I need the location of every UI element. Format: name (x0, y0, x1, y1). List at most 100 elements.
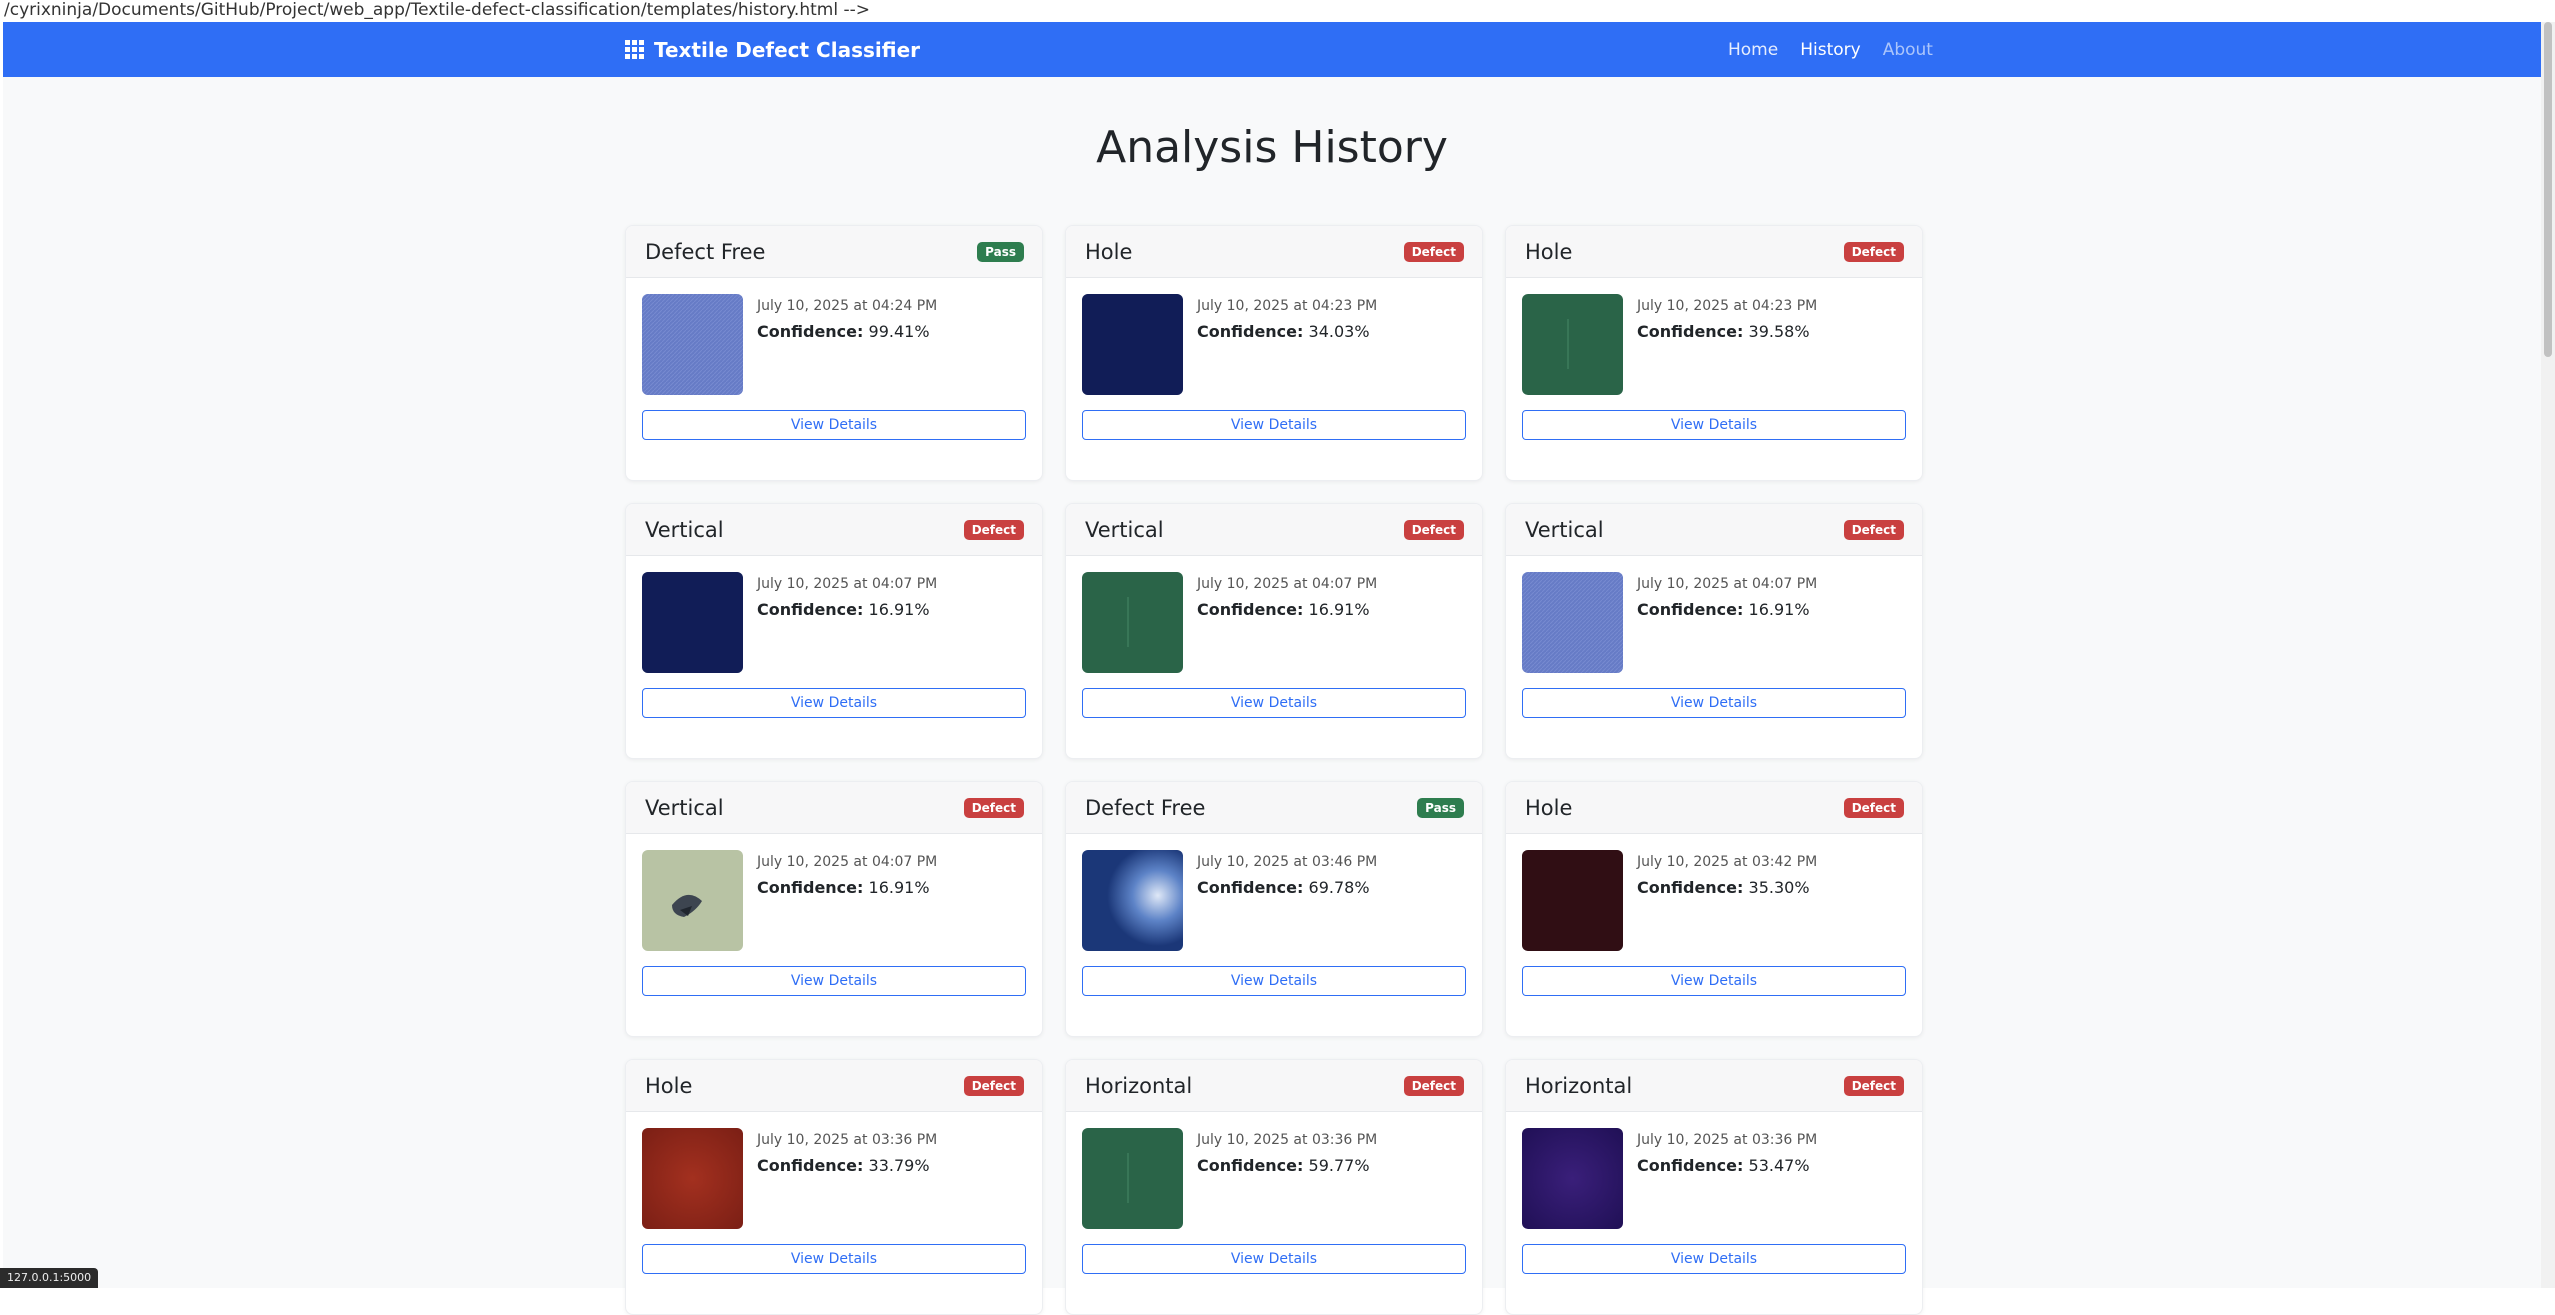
confidence-label: Confidence: (1197, 878, 1303, 897)
history-card: Vertical Defect July 10, 2025 at 04:07 P… (625, 781, 1043, 1037)
nav-home[interactable]: Home (1728, 40, 1778, 60)
analysis-date: July 10, 2025 at 04:07 PM (1197, 574, 1377, 594)
card-title: Vertical (1525, 518, 1604, 542)
history-card: Horizontal Defect July 10, 2025 at 03:36… (1505, 1059, 1923, 1315)
card-header: Hole Defect (1506, 782, 1922, 834)
card-header: Hole Defect (1066, 226, 1482, 278)
card-meta: July 10, 2025 at 04:07 PM Confidence: 16… (1197, 574, 1377, 619)
card-meta: July 10, 2025 at 03:46 PM Confidence: 69… (1197, 852, 1377, 897)
view-details-button[interactable]: View Details (1082, 966, 1466, 996)
card-title: Vertical (645, 796, 724, 820)
card-body: July 10, 2025 at 04:24 PM Confidence: 99… (626, 278, 1042, 481)
card-body: July 10, 2025 at 03:36 PM Confidence: 33… (626, 1112, 1042, 1315)
brand-label: Textile Defect Classifier (654, 38, 920, 62)
card-title: Horizontal (1525, 1074, 1632, 1098)
view-details-button[interactable]: View Details (642, 1244, 1026, 1274)
confidence-label: Confidence: (1197, 1156, 1303, 1175)
card-title: Defect Free (1085, 796, 1205, 820)
view-details-button[interactable]: View Details (642, 688, 1026, 718)
card-body: July 10, 2025 at 04:07 PM Confidence: 16… (626, 834, 1042, 1037)
card-header: Vertical Defect (1066, 504, 1482, 556)
confidence-label: Confidence: (1197, 322, 1303, 341)
history-card: Hole Defect July 10, 2025 at 04:23 PM Co… (1505, 225, 1923, 481)
confidence-value: 16.91% (1749, 600, 1810, 619)
card-header: Vertical Defect (1506, 504, 1922, 556)
view-details-button[interactable]: View Details (1522, 410, 1906, 440)
analysis-date: July 10, 2025 at 03:36 PM (757, 1130, 937, 1150)
confidence-line: Confidence: 35.30% (1637, 878, 1817, 897)
history-card: Defect Free Pass July 10, 2025 at 04:24 … (625, 225, 1043, 481)
confidence-line: Confidence: 16.91% (1197, 600, 1377, 619)
fabric-thumbnail (1522, 1128, 1623, 1229)
status-badge: Pass (977, 242, 1024, 262)
card-meta: July 10, 2025 at 04:23 PM Confidence: 34… (1197, 296, 1377, 341)
card-header: Defect Free Pass (1066, 782, 1482, 834)
card-header: Vertical Defect (626, 782, 1042, 834)
confidence-label: Confidence: (1637, 600, 1743, 619)
analysis-date: July 10, 2025 at 03:36 PM (1637, 1130, 1817, 1150)
history-card: Hole Defect July 10, 2025 at 03:42 PM Co… (1505, 781, 1923, 1037)
view-details-button[interactable]: View Details (1522, 966, 1906, 996)
navbar-brand[interactable]: Textile Defect Classifier (625, 22, 920, 77)
history-card: Vertical Defect July 10, 2025 at 04:07 P… (625, 503, 1043, 759)
confidence-value: 59.77% (1309, 1156, 1370, 1175)
confidence-line: Confidence: 39.58% (1637, 322, 1817, 341)
confidence-line: Confidence: 33.79% (757, 1156, 937, 1175)
analysis-date: July 10, 2025 at 03:42 PM (1637, 852, 1817, 872)
confidence-value: 35.30% (1749, 878, 1810, 897)
view-details-button[interactable]: View Details (1522, 1244, 1906, 1274)
analysis-date: July 10, 2025 at 04:23 PM (1637, 296, 1817, 316)
card-title: Vertical (1085, 518, 1164, 542)
view-details-button[interactable]: View Details (642, 410, 1026, 440)
status-badge: Defect (964, 1076, 1024, 1096)
scrollbar-thumb[interactable] (2544, 22, 2552, 357)
confidence-label: Confidence: (757, 600, 863, 619)
confidence-line: Confidence: 59.77% (1197, 1156, 1377, 1175)
status-badge: Defect (1844, 242, 1904, 262)
confidence-label: Confidence: (1637, 878, 1743, 897)
fabric-thumbnail (1082, 294, 1183, 395)
card-header: Defect Free Pass (626, 226, 1042, 278)
status-badge: Defect (1404, 520, 1464, 540)
status-badge: Defect (1844, 520, 1904, 540)
source-comment-line: /cyrixninja/Documents/GitHub/Project/web… (0, 0, 2555, 22)
nav-about[interactable]: About (1883, 40, 1933, 60)
history-card-grid: Defect Free Pass July 10, 2025 at 04:24 … (625, 225, 1928, 1315)
card-title: Hole (1525, 240, 1572, 264)
nav-history[interactable]: History (1800, 40, 1860, 60)
history-card: Hole Defect July 10, 2025 at 03:36 PM Co… (625, 1059, 1043, 1315)
card-title: Defect Free (645, 240, 765, 264)
card-title: Hole (1525, 796, 1572, 820)
fabric-thumbnail (642, 572, 743, 673)
confidence-label: Confidence: (1637, 1156, 1743, 1175)
view-details-button[interactable]: View Details (1082, 410, 1466, 440)
card-meta: July 10, 2025 at 03:36 PM Confidence: 33… (757, 1130, 937, 1175)
fabric-thumbnail (1522, 850, 1623, 951)
view-details-button[interactable]: View Details (1082, 688, 1466, 718)
history-card: Defect Free Pass July 10, 2025 at 03:46 … (1065, 781, 1483, 1037)
confidence-label: Confidence: (757, 1156, 863, 1175)
fabric-thumbnail (642, 294, 743, 395)
view-details-button[interactable]: View Details (642, 966, 1026, 996)
card-title: Hole (645, 1074, 692, 1098)
card-header: Hole Defect (626, 1060, 1042, 1112)
card-title: Horizontal (1085, 1074, 1192, 1098)
view-details-button[interactable]: View Details (1082, 1244, 1466, 1274)
confidence-line: Confidence: 16.91% (757, 878, 937, 897)
analysis-date: July 10, 2025 at 03:46 PM (1197, 852, 1377, 872)
fabric-thumbnail (642, 850, 743, 951)
card-body: July 10, 2025 at 03:36 PM Confidence: 59… (1066, 1112, 1482, 1315)
confidence-value: 16.91% (1309, 600, 1370, 619)
fabric-thumbnail (1522, 294, 1623, 395)
card-meta: July 10, 2025 at 03:36 PM Confidence: 59… (1197, 1130, 1377, 1175)
confidence-line: Confidence: 53.47% (1637, 1156, 1817, 1175)
history-card: Vertical Defect July 10, 2025 at 04:07 P… (1505, 503, 1923, 759)
history-card: Vertical Defect July 10, 2025 at 04:07 P… (1065, 503, 1483, 759)
confidence-label: Confidence: (757, 878, 863, 897)
status-badge: Defect (964, 798, 1024, 818)
card-meta: July 10, 2025 at 03:36 PM Confidence: 53… (1637, 1130, 1817, 1175)
fabric-thumbnail (642, 1128, 743, 1229)
view-details-button[interactable]: View Details (1522, 688, 1906, 718)
page-scrollbar[interactable] (2541, 22, 2555, 1288)
confidence-value: 16.91% (869, 878, 930, 897)
